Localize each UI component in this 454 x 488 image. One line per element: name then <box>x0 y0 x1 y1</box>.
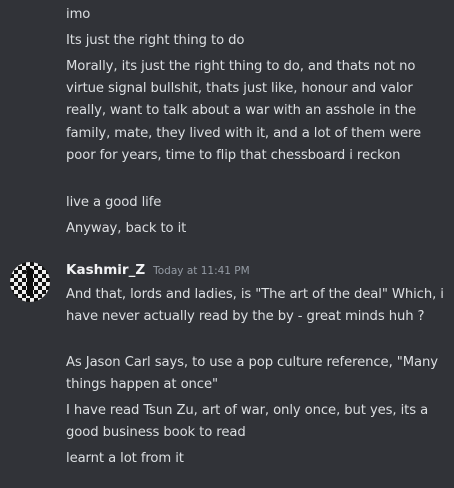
message-text: live a good life <box>66 195 162 210</box>
message-text: I have read Tsun Zu, art of war, only on… <box>66 403 433 441</box>
message-text: learnt a lot from it <box>66 451 184 466</box>
checkered-avatar-icon[interactable] <box>10 262 50 302</box>
message-header: Kashmir_Z Today at 11:41 PM <box>66 262 250 282</box>
message-text: As Jason Carl says, to use a pop culture… <box>66 355 443 393</box>
message-text: Morally, its just the right thing to do,… <box>66 59 426 163</box>
message-text: And that, lords and ladies, is "The art … <box>66 287 448 325</box>
message-text: Its just the right thing to do <box>66 33 245 48</box>
author-name[interactable]: Kashmir_Z <box>66 262 145 278</box>
message-text: Anyway, back to it <box>66 221 187 236</box>
message-text: imo <box>66 7 91 22</box>
message-timestamp[interactable]: Today at 11:41 PM <box>153 265 250 277</box>
chat-message-list: imo Its just the right thing to do Moral… <box>0 0 454 488</box>
